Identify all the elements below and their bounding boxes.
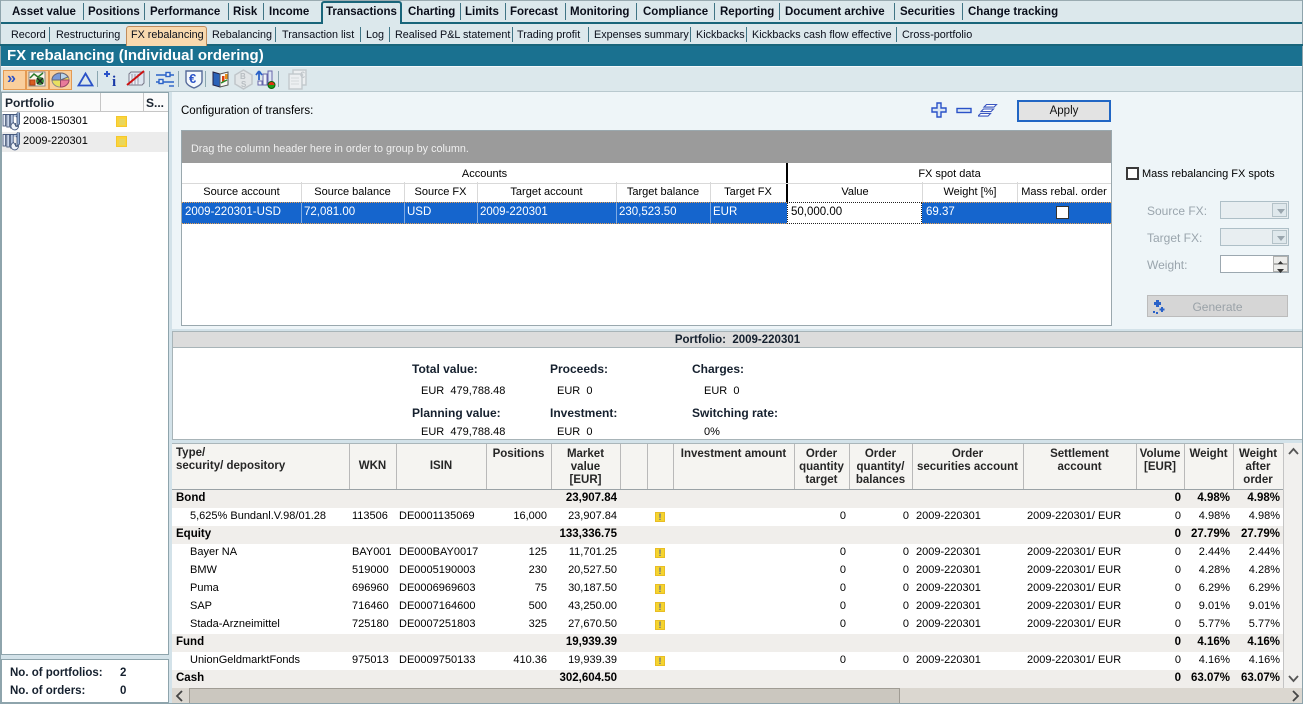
- svg-text:S: S: [241, 80, 247, 89]
- svg-text:i: i: [112, 74, 116, 89]
- svg-text:€: €: [300, 70, 305, 80]
- svg-text:€: €: [189, 71, 196, 86]
